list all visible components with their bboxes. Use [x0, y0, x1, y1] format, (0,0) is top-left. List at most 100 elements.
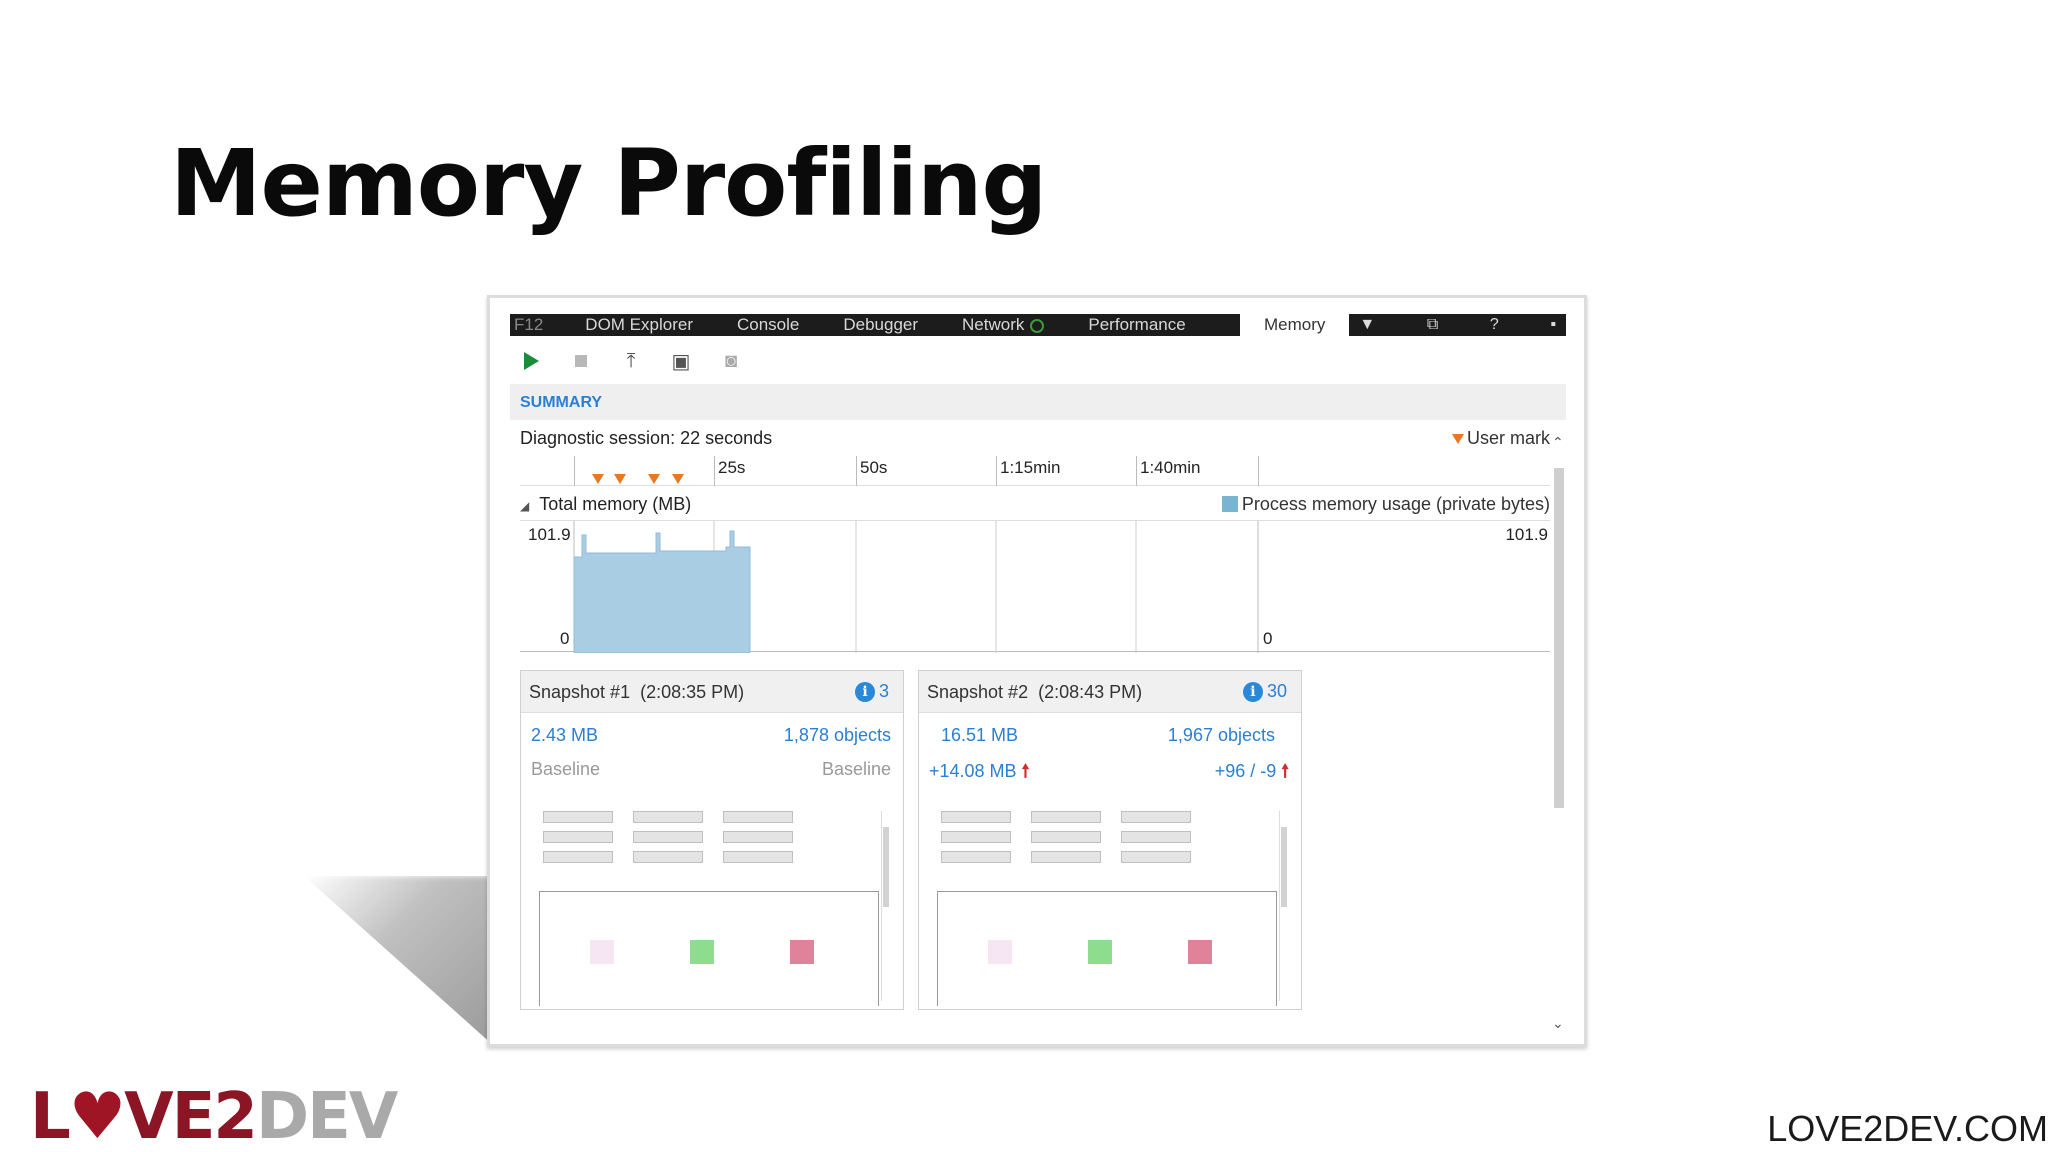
snapshot-badge-count: 3: [878, 681, 889, 701]
snapshot-screenshot-thumbnail: [937, 811, 1287, 1006]
slide-title: Memory Profiling: [170, 130, 1047, 237]
snapshot-stats-row: 16.51 MB 1,967 objects: [941, 725, 1275, 749]
thumbnail-button: [543, 831, 613, 843]
timeline-ruler[interactable]: 25s 50s 1:15min 1:40min: [520, 456, 1550, 486]
collapse-triangle-icon[interactable]: ◢: [520, 499, 529, 513]
thumbnail-button: [543, 811, 613, 823]
devtools-screenshot: F12 DOM Explorer Console Debugger Networ…: [487, 295, 1587, 1047]
thumbnail-button: [1121, 811, 1191, 823]
tab-debugger[interactable]: Debugger: [821, 315, 940, 335]
start-profiling-button[interactable]: [520, 350, 542, 372]
ruler-tick: [574, 456, 575, 486]
save-icon: ▣: [671, 350, 691, 373]
snapshot-header: Snapshot #2 (2:08:43 PM) i 30: [919, 671, 1301, 713]
snapshot-diff-row: +14.08 MB 🠕 +96 / -9 🠕: [929, 759, 1289, 783]
thumbnail-square: [690, 940, 714, 964]
thumbnail-button: [633, 851, 703, 863]
user-mark-legend: User mark: [1451, 428, 1550, 449]
ruler-tick-label: 50s: [860, 458, 888, 477]
thumbnail-scrollbar: [1279, 811, 1287, 1001]
thumbnail-canvas: [937, 891, 1277, 1006]
memory-usage-chart[interactable]: 101.9 0 101.9 0: [520, 520, 1550, 653]
heart-icon: ♥: [68, 1080, 126, 1152]
thumbnail-square: [790, 940, 814, 964]
devtools-window-controls: ▼ ⧉ ? ▪: [1349, 314, 1566, 336]
legend-label: Process memory usage (private bytes): [1241, 494, 1550, 514]
help-icon[interactable]: ?: [1490, 316, 1499, 334]
snapshot-name: Snapshot #1: [529, 682, 631, 702]
thumbnail-button: [1031, 831, 1101, 843]
info-icon: i: [1242, 681, 1263, 702]
user-mark-marker[interactable]: [592, 474, 604, 484]
tab-f12[interactable]: F12: [510, 315, 563, 335]
snapshot-name: Snapshot #2: [927, 682, 1029, 702]
info-icon: i: [854, 681, 875, 702]
undock-icon[interactable]: ⧉: [1427, 316, 1438, 334]
thumbnail-button: [723, 811, 793, 823]
tab-memory[interactable]: Memory: [1240, 312, 1350, 338]
thumbnail-button: [1031, 811, 1101, 823]
thumbnail-buttons: [941, 811, 1287, 863]
vertical-scrollbar[interactable]: ⌃ ⌄: [1550, 434, 1564, 1031]
ruler-tick-label: 1:40min: [1140, 458, 1201, 477]
import-button[interactable]: ⤒: [620, 350, 642, 372]
site-url: LOVE2DEV.COM: [1767, 1108, 2048, 1149]
session-info: Diagnostic session: 22 seconds User mark: [520, 426, 1550, 452]
memory-usage-area: [573, 530, 751, 653]
ruler-tick: [856, 456, 857, 486]
take-snapshot-button[interactable]: ◙: [720, 350, 742, 372]
snapshot-screenshot-thumbnail: [539, 811, 889, 1006]
snapshot-size-link[interactable]: 16.51 MB: [941, 725, 1018, 746]
tab-console[interactable]: Console: [715, 315, 821, 335]
tab-strip: F12 DOM Explorer Console Debugger Networ…: [510, 314, 1240, 336]
thumbnail-button: [543, 851, 613, 863]
tab-performance[interactable]: Performance: [1066, 315, 1207, 335]
snapshot-title: Snapshot #2 (2:08:43 PM): [927, 682, 1142, 703]
memory-header-label: Total memory (MB): [539, 494, 692, 514]
snapshot-info-badge[interactable]: i 30: [1242, 681, 1287, 702]
logo-letter: L: [30, 1080, 71, 1152]
user-mark-label: User mark: [1466, 428, 1550, 448]
snapshot-objects-diff-link[interactable]: +96 / -9 🠕: [1215, 759, 1289, 789]
snapshot-size-link[interactable]: 2.43 MB: [531, 725, 598, 746]
tab-network[interactable]: Network: [940, 315, 1066, 335]
snapshot-size-diff-link[interactable]: +14.08 MB 🠕: [929, 759, 1029, 789]
logo-letters-light: DEV: [255, 1080, 398, 1152]
thumbnail-buttons: [543, 811, 889, 863]
thumbnail-button: [723, 831, 793, 843]
snapshot-objects-link[interactable]: 1,967 objects: [1168, 725, 1275, 746]
thumbnail-canvas: [539, 891, 879, 1006]
thumbnail-button: [1121, 831, 1191, 843]
snapshot-info-badge[interactable]: i3: [854, 681, 889, 702]
user-mark-marker[interactable]: [648, 474, 660, 484]
import-icon: ⤒: [626, 349, 636, 372]
thumbnail-button: [941, 851, 1011, 863]
scrollbar-thumb[interactable]: [1554, 468, 1564, 808]
snapshot-objects-link[interactable]: 1,878 objects: [784, 725, 891, 746]
ruler-tick-label: 25s: [718, 458, 746, 477]
scroll-up-icon[interactable]: ⌃: [1552, 434, 1564, 451]
love2dev-logo: L♥VE2DEV: [30, 1080, 398, 1152]
thumbnail-square: [1088, 940, 1112, 964]
user-mark-marker[interactable]: [614, 474, 626, 484]
stop-icon: [575, 355, 587, 367]
snapshot-card[interactable]: Snapshot #2 (2:08:43 PM) i 30 16.51 MB 1,…: [918, 670, 1302, 1010]
devtools-tab-bar: F12 DOM Explorer Console Debugger Networ…: [510, 312, 1566, 338]
user-mark-marker[interactable]: [672, 474, 684, 484]
scroll-down-icon[interactable]: ⌄: [1552, 1015, 1564, 1032]
tab-overflow-chevron-icon[interactable]: ▼: [1359, 316, 1375, 334]
ruler-tick-label: 1:15min: [1000, 458, 1061, 477]
snapshot-diff-row: Baseline Baseline: [531, 759, 891, 783]
ruler-tick: [996, 456, 997, 486]
tab-dom-explorer[interactable]: DOM Explorer: [563, 315, 715, 335]
stop-profiling-button[interactable]: [570, 350, 592, 372]
user-mark-icon: [1451, 434, 1464, 444]
ruler-tick: [714, 456, 715, 486]
snapshot-card[interactable]: Snapshot #1 (2:08:35 PM) i3 2.43 MB 1,87…: [520, 670, 904, 1010]
save-button[interactable]: ▣: [670, 350, 692, 373]
dock-icon[interactable]: ▪: [1550, 316, 1556, 334]
increase-arrow-icon: 🠕: [1281, 761, 1289, 781]
thumbnail-button: [1031, 851, 1101, 863]
thumbnail-button: [1121, 851, 1191, 863]
snapshot-time: (2:08:35 PM): [640, 682, 745, 702]
